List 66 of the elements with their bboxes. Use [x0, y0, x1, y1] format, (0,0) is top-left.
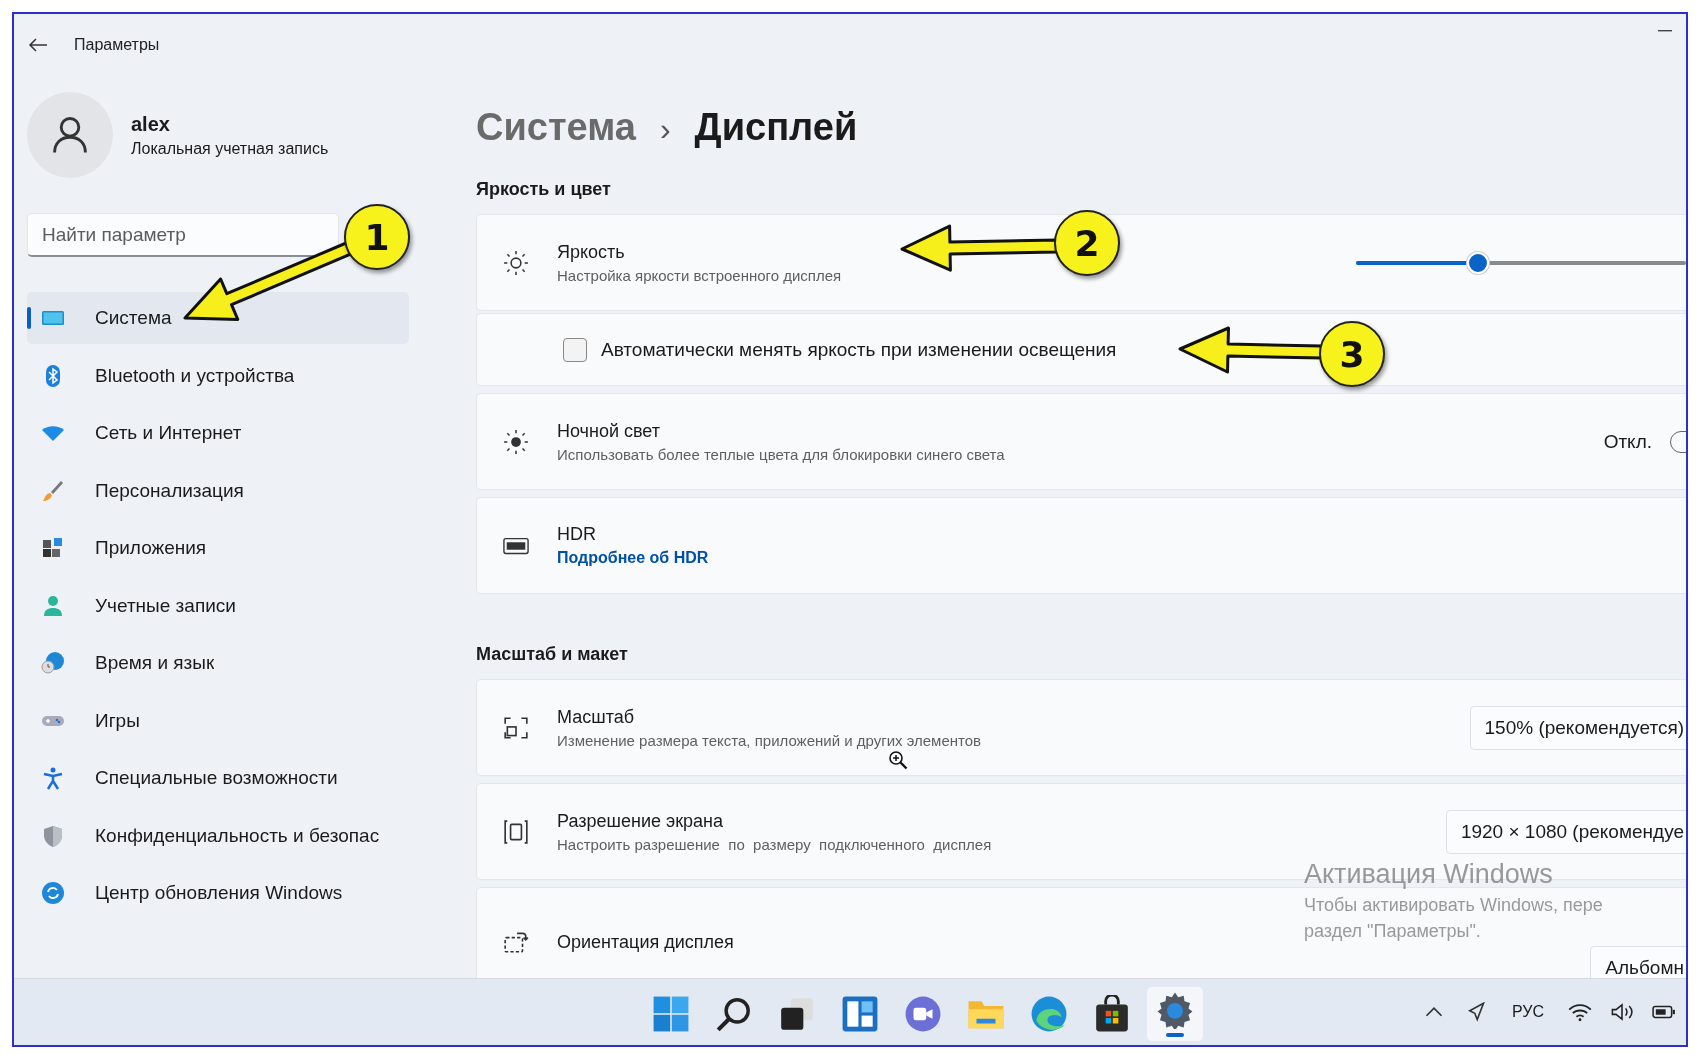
language-indicator[interactable]: РУС	[1511, 1003, 1544, 1021]
sidebar-item[interactable]: Персонализация	[27, 464, 409, 517]
section-title: Масштаб и макет	[476, 644, 629, 665]
dropdown[interactable]: Альбомн	[1590, 946, 1686, 978]
checkbox[interactable]	[563, 337, 587, 362]
breadcrumb-parent[interactable]: Система	[476, 106, 636, 149]
page-title: Дисплей	[694, 106, 858, 149]
search-field[interactable]: Найти параметр	[27, 213, 339, 257]
chat-icon[interactable]	[904, 995, 942, 1033]
brush-icon	[41, 478, 65, 503]
browser-icon[interactable]	[1030, 995, 1068, 1033]
wifi-icon[interactable]	[1568, 1002, 1592, 1022]
person-icon	[41, 593, 65, 618]
breadcrumb-separator: ›	[659, 111, 671, 148]
dropdown[interactable]: 1920 × 1080 (рекомендуе	[1445, 809, 1686, 854]
dropdown[interactable]: 150% (рекомендуется)	[1469, 705, 1686, 750]
refresh-icon	[41, 881, 65, 905]
setting-title: Ночной свет	[557, 420, 661, 442]
brightness-slider[interactable]	[1356, 250, 1686, 275]
account-name: alex	[131, 112, 171, 136]
activation-title: Активация Windows	[1304, 859, 1554, 890]
scale-icon	[503, 714, 529, 741]
sidebar-item[interactable]: Игры	[27, 694, 409, 747]
accessibility-icon	[41, 766, 65, 790]
window-title: Параметры	[74, 36, 160, 54]
zoom-cursor-icon	[888, 750, 908, 770]
section-title: Яркость и цвет	[476, 179, 612, 200]
search-icon[interactable]	[715, 995, 753, 1033]
setting-description: Настроить разрешение по размеру подключенного дисплея	[557, 835, 992, 853]
widgets-icon[interactable]	[841, 995, 879, 1033]
sidebar-item[interactable]: Центр обновления Windows	[27, 867, 409, 919]
setting-description: Изменение размера текста, приложений и других элементов	[557, 731, 982, 749]
setting-title: Масштаб	[557, 706, 634, 728]
activation-text: раздел "Параметры".	[1304, 921, 1482, 942]
volume-icon[interactable]	[1610, 1002, 1634, 1022]
store-icon[interactable]	[1093, 995, 1131, 1033]
sun-icon	[503, 249, 529, 276]
sidebar-item[interactable]: Bluetooth и устройства	[27, 349, 409, 402]
checkbox-label: Автоматически менять яркость при изменении освещения	[601, 338, 1117, 361]
sidebar-item[interactable]: Приложения	[27, 522, 409, 574]
account-type: Локальная учетная запись	[131, 139, 329, 158]
setting-title: Разрешение экрана	[557, 810, 723, 832]
sidebar-item[interactable]: Время и язык	[27, 637, 409, 689]
globe-clock-icon	[41, 651, 65, 675]
hdr-link[interactable]: Подробнее об HDR	[557, 549, 709, 567]
task-view-icon[interactable]	[778, 995, 816, 1033]
sidebar-item[interactable]: Конфиденциальность и безопас	[27, 809, 409, 862]
shield-icon	[41, 823, 65, 848]
activation-text: Чтобы активировать Windows, пере	[1304, 895, 1604, 916]
apps-icon	[41, 536, 65, 560]
setting-description: Настройка яркости встроенного дисплея	[557, 266, 842, 284]
setting-title: Ориентация дисплея	[557, 931, 734, 953]
sidebar-item[interactable]: Система	[27, 292, 409, 344]
sidebar-item[interactable]: Сеть и Интернет	[27, 407, 409, 459]
back-icon[interactable]	[28, 37, 48, 53]
sun-moon-icon	[503, 428, 529, 455]
settings-app-button[interactable]	[1147, 987, 1203, 1041]
setting-description: Использовать более теплые цвета для блокировки синего света	[557, 445, 1005, 463]
sidebar-item[interactable]: Учетные записи	[27, 579, 409, 632]
toggle-status: Откл.	[1603, 430, 1652, 453]
minimize-icon[interactable]	[1658, 30, 1672, 32]
setting-title: Яркость	[557, 241, 625, 263]
resolution-icon	[503, 818, 529, 845]
windows-start-icon[interactable]	[652, 995, 690, 1033]
sidebar-item[interactable]: Специальные возможности	[27, 752, 409, 804]
setting-title: HDR	[557, 524, 596, 545]
